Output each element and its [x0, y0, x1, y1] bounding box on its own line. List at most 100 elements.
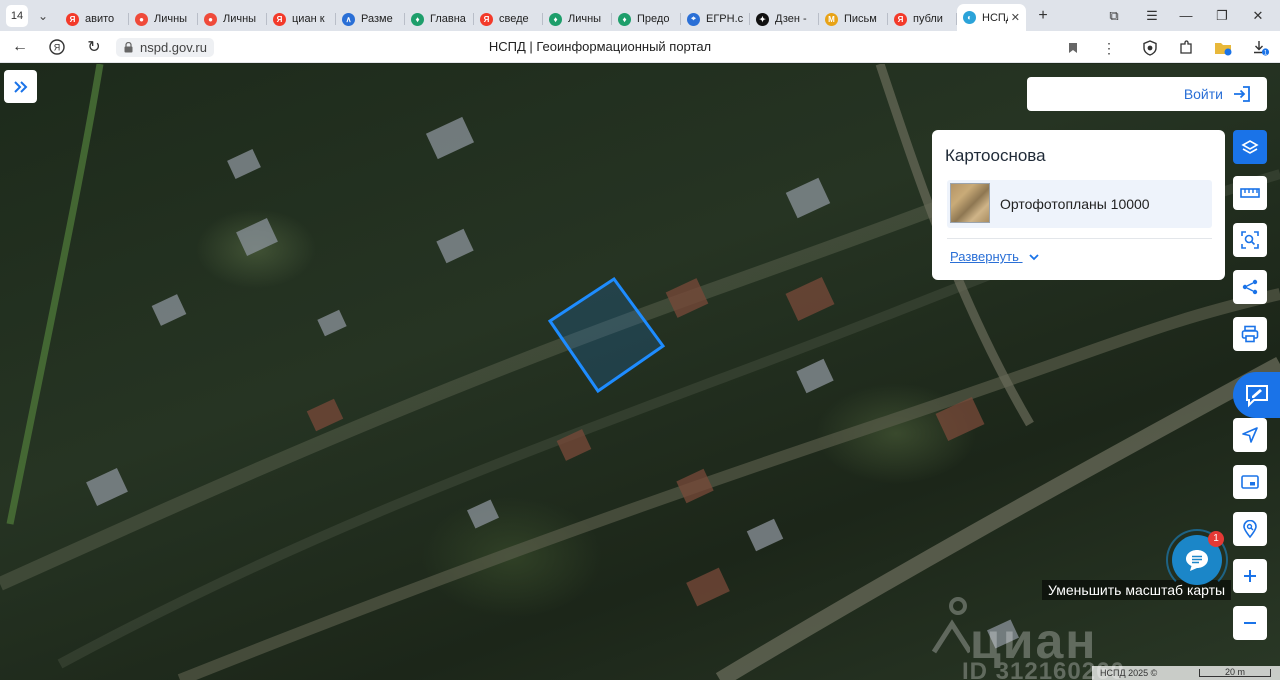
tab-title: Предо: [637, 13, 670, 25]
point-search-button[interactable]: [1233, 512, 1267, 546]
menu-icon[interactable]: ☰: [1134, 0, 1170, 31]
tab-title: НСПД: [982, 11, 1008, 24]
browser-tab[interactable]: ♦ Главна: [405, 7, 474, 31]
browser-tab[interactable]: ∧ Разме: [336, 7, 405, 31]
restore-button[interactable]: ❐: [1204, 0, 1240, 31]
tab-title: Личны: [568, 13, 602, 25]
basemap-item-label: Ортофотопланы 10000: [1000, 196, 1150, 212]
yandex-icon: Я: [894, 12, 907, 26]
tab-title: Личны: [154, 13, 188, 25]
browser-tab[interactable]: ◐ НСПД✕: [957, 4, 1026, 31]
tab-title: сведе: [499, 13, 529, 25]
browser-tab[interactable]: ✦ Дзен -: [750, 7, 819, 31]
tab-title: Письм: [844, 13, 877, 25]
page-title: НСПД | Геоинформационный портал: [488, 39, 712, 54]
print-icon: [1241, 325, 1259, 343]
record-icon: ●: [204, 12, 217, 26]
chat-bubble-icon: [1186, 550, 1208, 571]
divider: [947, 238, 1212, 239]
download-icon[interactable]: 1: [1250, 37, 1272, 59]
ruler-button[interactable]: [1233, 176, 1267, 210]
cian-logo-icon: [931, 597, 970, 654]
pin-search-icon: [1243, 520, 1257, 538]
window-switch-icon[interactable]: ⧉: [1096, 0, 1132, 31]
login-button[interactable]: Войти: [1027, 77, 1267, 111]
tab-count-button[interactable]: 14: [6, 4, 28, 27]
browser-tab[interactable]: Яавито: [60, 7, 129, 31]
chat-badge: 1: [1208, 531, 1224, 547]
close-tab-icon[interactable]: ✕: [1011, 11, 1020, 24]
yandex-icon: Я: [66, 12, 79, 26]
browser-tab[interactable]: ● Личны: [129, 7, 198, 31]
nspd-icon: ◐: [963, 11, 976, 24]
double-chevron-right-icon: [13, 80, 27, 93]
expand-basemap-label: Развернуть: [950, 249, 1019, 264]
login-icon: [1234, 86, 1250, 102]
basemap-heading: Картооснова: [945, 146, 1046, 165]
browser-tab[interactable]: Ясведе: [474, 7, 543, 31]
zoom-out-button[interactable]: [1233, 606, 1267, 640]
tab-title: авито: [85, 13, 115, 25]
yandex-icon: Я: [480, 12, 493, 26]
browser-tab[interactable]: M Письм: [819, 7, 888, 31]
tab-title: ЕГРН.с: [706, 13, 744, 25]
extensions-icon[interactable]: [1175, 37, 1197, 59]
minimap-icon: [1241, 475, 1259, 489]
tab-title: Личны: [223, 13, 257, 25]
layers-icon: [1241, 140, 1259, 154]
minimap-button[interactable]: [1233, 465, 1267, 499]
chevron-down-icon[interactable]: ⌄: [32, 5, 54, 27]
bookmark-icon[interactable]: [1062, 37, 1084, 59]
feedback-chat-icon: [1245, 385, 1268, 408]
basemap-item-orthophoto[interactable]: Ортофотопланы 10000: [947, 180, 1212, 228]
layers-button[interactable]: [1233, 130, 1267, 164]
plus-icon: [1244, 570, 1256, 582]
cadastral-parcel-outline[interactable]: [547, 276, 666, 394]
minimize-button[interactable]: —: [1168, 0, 1204, 31]
browser-tab[interactable]: Яциан к: [267, 7, 336, 31]
folder-icon[interactable]: [1212, 37, 1234, 59]
address-bar: ← Я ↻ nspd.gov.ru НСПД | Геоинформационн…: [0, 31, 1280, 63]
ruler-icon: [1240, 188, 1260, 198]
tab-title: Главна: [430, 13, 466, 25]
area-search-icon: [1241, 231, 1259, 249]
scale-label: 20 m: [1224, 667, 1245, 677]
scale-bar: 20 m: [1199, 667, 1271, 677]
gosuslugi-icon: ♦: [411, 12, 424, 26]
geolocation-button[interactable]: [1233, 418, 1267, 452]
expand-panel-button[interactable]: [4, 70, 37, 103]
yandex-icon: Я: [273, 12, 286, 26]
print-button[interactable]: [1233, 317, 1267, 351]
protect-shield-icon[interactable]: [1139, 37, 1161, 59]
tab-count: 14: [10, 9, 24, 22]
share-icon: [1242, 279, 1258, 295]
navigation-arrow-icon: [1242, 427, 1258, 443]
expand-basemap-link[interactable]: Развернуть: [950, 249, 1039, 264]
browser-tab[interactable]: ♦ Предо: [612, 7, 681, 31]
share-button[interactable]: [1233, 270, 1267, 304]
more-icon[interactable]: ⋮: [1098, 37, 1120, 59]
dzen-icon: ✦: [756, 12, 769, 26]
basemap-thumbnail: [950, 183, 990, 223]
tab-title: Дзен -: [775, 13, 807, 25]
gosuslugi-icon: ♦: [618, 12, 631, 26]
zoom-in-button[interactable]: [1233, 559, 1267, 593]
area-search-button[interactable]: [1233, 223, 1267, 257]
avito-icon: ∧: [342, 12, 355, 26]
login-label: Войти: [1183, 86, 1223, 102]
browser-tab[interactable]: ⌖ ЕГРН.с: [681, 7, 750, 31]
tab-title: публи: [913, 13, 943, 25]
new-tab-button[interactable]: +: [1032, 5, 1054, 27]
tab-strip: 14 ⌄ Яавито ● Личны ● Личны Яциан к ∧ Разме ♦ Гла…: [0, 0, 1280, 31]
browser-tab[interactable]: ♦ Личны: [543, 7, 612, 31]
feedback-button[interactable]: [1233, 372, 1280, 418]
browser-tab[interactable]: ● Личны: [198, 7, 267, 31]
gosuslugi-icon: ♦: [549, 12, 562, 26]
tab-title: Разме: [361, 13, 393, 25]
browser-tab[interactable]: Япубли: [888, 7, 957, 31]
minus-icon: [1244, 622, 1256, 624]
basemap-panel: Картооснова Ортофотопланы 10000 Разверну…: [932, 130, 1225, 280]
close-window-button[interactable]: ✕: [1240, 0, 1276, 31]
record-icon: ●: [135, 12, 148, 26]
map-pin-icon: ⌖: [687, 12, 700, 26]
